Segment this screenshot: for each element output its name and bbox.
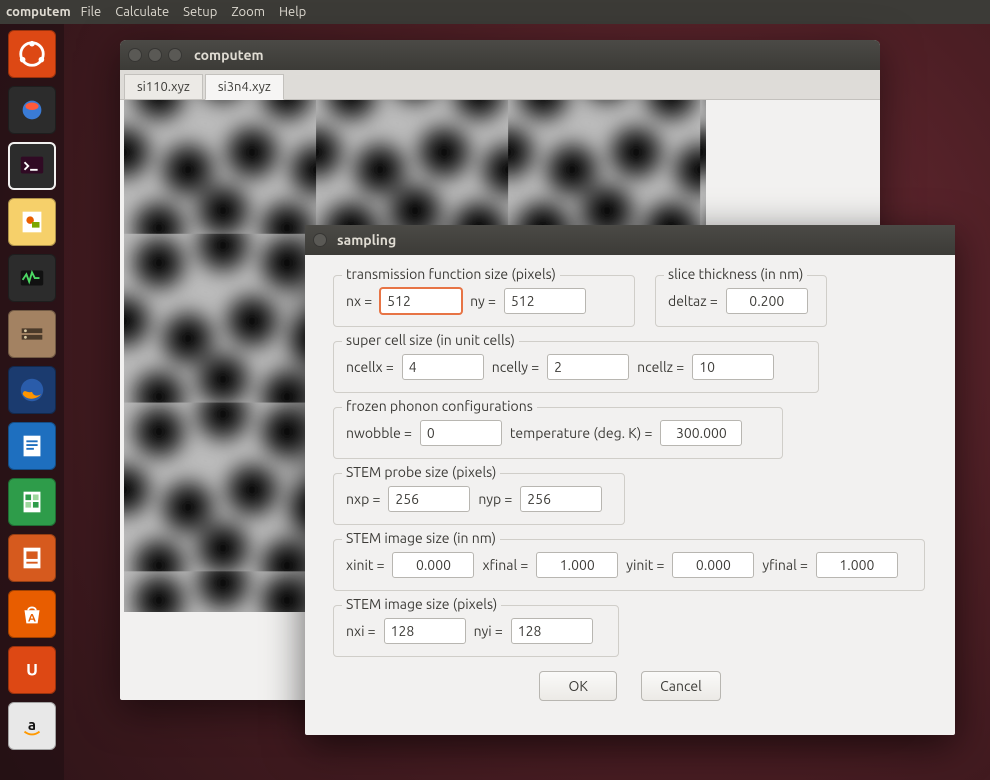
unity-launcher: A U a [0,24,64,780]
yfinal-input[interactable] [816,552,898,578]
yinit-input[interactable] [672,552,754,578]
ny-input[interactable] [504,288,586,314]
window-maximize-icon[interactable] [168,48,182,62]
launcher-computem[interactable] [8,86,56,134]
sampling-title: sampling [337,232,396,248]
launcher-system-monitor[interactable] [8,254,56,302]
deltaz-input[interactable] [726,288,808,314]
slice-legend: slice thickness (in nm) [664,266,807,282]
window-minimize-icon[interactable] [148,48,162,62]
ncellz-input[interactable] [692,354,774,380]
menu-calculate[interactable]: Calculate [115,5,169,19]
probe-legend: STEM probe size (pixels) [342,464,500,480]
svg-text:A: A [28,613,36,625]
window-close-icon[interactable] [128,48,142,62]
xfinal-input[interactable] [536,552,618,578]
deltaz-label: deltaz = [668,293,718,309]
launcher-calc[interactable] [8,478,56,526]
nxp-input[interactable] [388,486,470,512]
computem-titlebar[interactable]: computem [120,40,880,70]
launcher-amazon[interactable]: a [8,702,56,750]
ncellx-label: ncellx = [346,359,394,375]
global-menubar: computem File Calculate Setup Zoom Help [0,0,990,24]
nwobble-label: nwobble = [346,425,412,441]
menu-setup[interactable]: Setup [183,5,217,19]
launcher-impress[interactable] [8,534,56,582]
sampling-titlebar[interactable]: sampling [305,225,955,255]
launcher-files[interactable] [8,310,56,358]
nxi-input[interactable] [384,618,466,644]
img-nm-legend: STEM image size (in nm) [342,530,500,546]
yfinal-label: yfinal = [762,557,807,573]
menu-help[interactable]: Help [279,5,306,19]
nwobble-input[interactable] [420,420,502,446]
xinit-label: xinit = [346,557,384,573]
launcher-writer[interactable] [8,422,56,470]
ny-label: ny = [470,293,496,309]
ncellz-label: ncellz = [637,359,684,375]
svg-text:U: U [26,661,38,680]
launcher-software-center[interactable]: A [8,590,56,638]
nyi-input[interactable] [511,618,593,644]
dialog-menu-icon[interactable] [313,233,327,247]
ncelly-label: ncelly = [492,359,539,375]
menubar-app-name: computem [6,5,71,19]
nyi-label: nyi = [474,623,503,639]
nx-input[interactable] [380,288,462,314]
nxp-label: nxp = [346,491,380,507]
nxi-label: nxi = [346,623,376,639]
temperature-input[interactable] [660,420,742,446]
nyp-input[interactable] [520,486,602,512]
sampling-dialog: sampling transmission function size (pix… [305,225,955,735]
launcher-ubuntu-one[interactable]: U [8,646,56,694]
svg-text:a: a [28,716,36,733]
xfinal-label: xfinal = [482,557,528,573]
yinit-label: yinit = [626,557,664,573]
ncelly-input[interactable] [547,354,629,380]
launcher-firefox[interactable] [8,366,56,414]
tab-si3n4[interactable]: si3n4.xyz [205,74,284,100]
file-tabs: si110.xyz si3n4.xyz [120,70,880,100]
phonon-legend: frozen phonon configurations [342,398,537,414]
ok-button[interactable]: OK [539,671,617,701]
img-px-legend: STEM image size (pixels) [342,596,501,612]
nx-label: nx = [346,293,372,309]
temperature-label: temperature (deg. K) = [510,425,652,441]
menu-file[interactable]: File [81,5,102,19]
launcher-libreoffice-draw[interactable] [8,198,56,246]
ncellx-input[interactable] [402,354,484,380]
supercell-legend: super cell size (in unit cells) [342,332,519,348]
tfunc-legend: transmission function size (pixels) [342,266,560,282]
cancel-button[interactable]: Cancel [641,671,721,701]
menu-zoom[interactable]: Zoom [231,5,265,19]
tab-si110[interactable]: si110.xyz [124,74,203,99]
computem-title: computem [194,47,264,63]
launcher-terminal[interactable] [8,142,56,190]
nyp-label: nyp = [478,491,512,507]
launcher-dash[interactable] [8,30,56,78]
xinit-input[interactable] [392,552,474,578]
